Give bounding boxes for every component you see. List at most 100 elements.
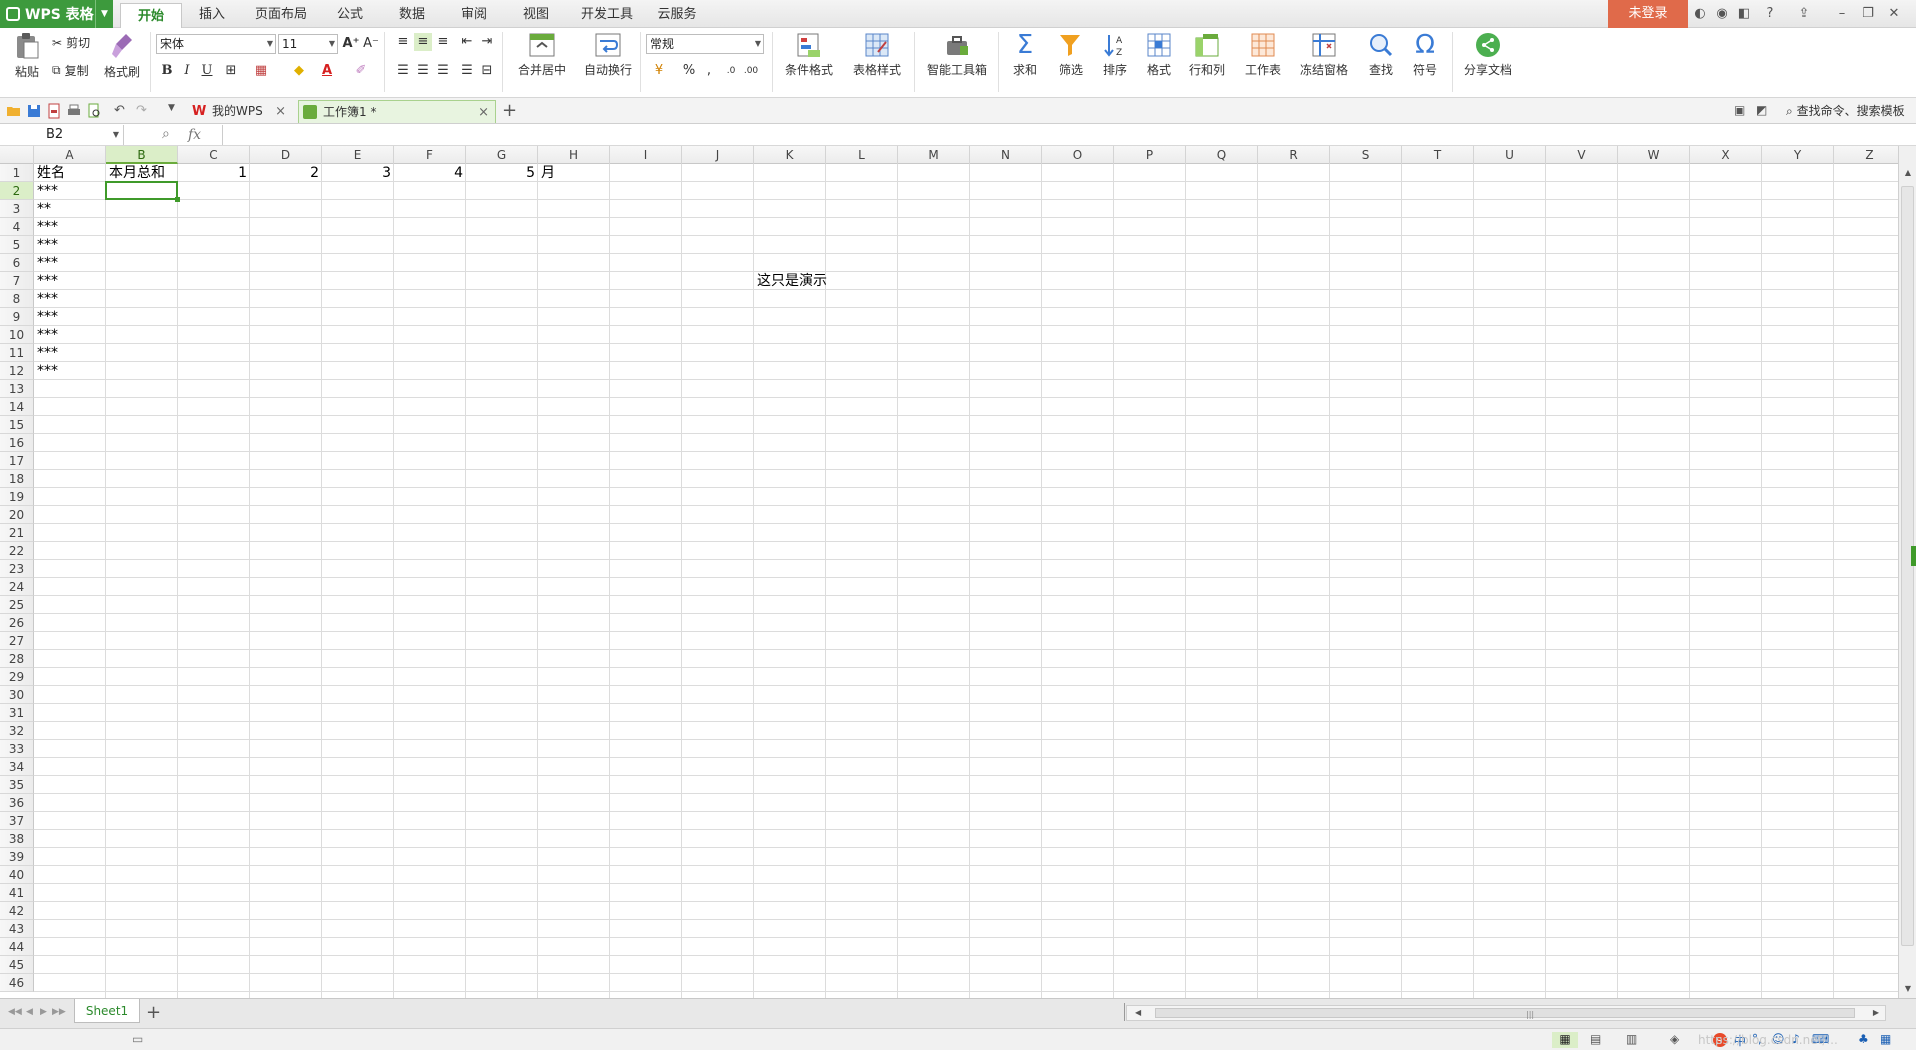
- scroll-thumb[interactable]: |||: [1155, 1008, 1855, 1019]
- login-button[interactable]: 未登录: [1608, 0, 1688, 28]
- row-header-31[interactable]: 31: [0, 704, 34, 722]
- horizontal-scrollbar[interactable]: ◀ ||| ▶: [1126, 1005, 1886, 1021]
- comma-button[interactable]: ,: [700, 62, 718, 80]
- indent-decrease-icon[interactable]: ⇤: [458, 33, 476, 51]
- column-header-b[interactable]: B: [106, 146, 178, 164]
- row-header-32[interactable]: 32: [0, 722, 34, 740]
- format-button[interactable]: 格式: [1138, 32, 1180, 78]
- comment-icon[interactable]: ▣: [1734, 103, 1750, 119]
- symbol-button[interactable]: Ω 符号: [1404, 32, 1446, 78]
- column-header-u[interactable]: U: [1474, 146, 1546, 164]
- column-header-e[interactable]: E: [322, 146, 394, 164]
- row-header-40[interactable]: 40: [0, 866, 34, 884]
- row-header-29[interactable]: 29: [0, 668, 34, 686]
- row-header-18[interactable]: 18: [0, 470, 34, 488]
- format-painter-button[interactable]: 格式刷: [100, 32, 144, 80]
- worksheet-button[interactable]: 工作表: [1236, 32, 1290, 78]
- row-header-9[interactable]: 9: [0, 308, 34, 326]
- column-header-f[interactable]: F: [394, 146, 466, 164]
- column-header-w[interactable]: W: [1618, 146, 1690, 164]
- align-left-icon[interactable]: ☰: [394, 62, 412, 80]
- row-header-43[interactable]: 43: [0, 920, 34, 938]
- row-header-38[interactable]: 38: [0, 830, 34, 848]
- column-header-a[interactable]: A: [34, 146, 106, 164]
- column-header-r[interactable]: R: [1258, 146, 1330, 164]
- column-header-z[interactable]: Z: [1834, 146, 1898, 164]
- row-header-25[interactable]: 25: [0, 596, 34, 614]
- cell-a3[interactable]: **: [34, 200, 54, 218]
- row-header-45[interactable]: 45: [0, 956, 34, 974]
- column-header-h[interactable]: H: [538, 146, 610, 164]
- column-header-o[interactable]: O: [1042, 146, 1114, 164]
- restore-icon[interactable]: ❐: [1860, 6, 1876, 22]
- row-header-8[interactable]: 8: [0, 290, 34, 308]
- tab-developer[interactable]: 开发工具: [574, 0, 640, 28]
- row-header-26[interactable]: 26: [0, 614, 34, 632]
- feedback-icon[interactable]: ◧: [1736, 6, 1752, 22]
- row-header-2[interactable]: 2: [0, 182, 34, 200]
- sort-button[interactable]: AZ 排序: [1094, 32, 1136, 78]
- pin-icon[interactable]: ◩: [1756, 103, 1772, 119]
- column-header-q[interactable]: Q: [1186, 146, 1258, 164]
- row-header-12[interactable]: 12: [0, 362, 34, 380]
- fx-label[interactable]: fx: [188, 124, 201, 146]
- percent-button[interactable]: %: [680, 62, 698, 80]
- align-top-icon[interactable]: ≡: [394, 33, 412, 51]
- scroll-up-icon[interactable]: ▲: [1899, 164, 1916, 182]
- save-icon[interactable]: [26, 103, 42, 119]
- macro-record-icon[interactable]: ▭: [132, 1032, 148, 1048]
- row-header-36[interactable]: 36: [0, 794, 34, 812]
- cut-button[interactable]: ✂ 剪切: [52, 34, 90, 51]
- row-header-19[interactable]: 19: [0, 488, 34, 506]
- row-header-6[interactable]: 6: [0, 254, 34, 272]
- cell-f1[interactable]: 4: [394, 164, 466, 182]
- column-header-x[interactable]: X: [1690, 146, 1762, 164]
- scroll-right-icon[interactable]: ▶: [1873, 1006, 1879, 1020]
- row-header-33[interactable]: 33: [0, 740, 34, 758]
- last-sheet-icon[interactable]: ▶▶: [52, 1007, 66, 1017]
- row-header-30[interactable]: 30: [0, 686, 34, 704]
- cell-d1[interactable]: 2: [250, 164, 322, 182]
- minimize-icon[interactable]: –: [1834, 6, 1850, 22]
- align-middle-icon[interactable]: ≡: [414, 33, 432, 51]
- row-header-24[interactable]: 24: [0, 578, 34, 596]
- tab-insert[interactable]: 插入: [186, 0, 238, 28]
- tab-data[interactable]: 数据: [388, 0, 436, 28]
- print-preview-icon[interactable]: [86, 103, 102, 119]
- decrease-decimal-icon[interactable]: .00: [742, 62, 760, 80]
- formula-input[interactable]: [222, 125, 1916, 145]
- column-header-g[interactable]: G: [466, 146, 538, 164]
- new-tab-icon[interactable]: +: [502, 100, 517, 121]
- row-header-46[interactable]: 46: [0, 974, 34, 992]
- cell-a11[interactable]: ***: [34, 344, 61, 362]
- row-header-35[interactable]: 35: [0, 776, 34, 794]
- row-header-10[interactable]: 10: [0, 326, 34, 344]
- row-header-42[interactable]: 42: [0, 902, 34, 920]
- column-header-y[interactable]: Y: [1762, 146, 1834, 164]
- app-menu-button[interactable]: WPS 表格 ▼: [0, 0, 113, 28]
- row-header-1[interactable]: 1: [0, 164, 34, 182]
- column-header-t[interactable]: T: [1402, 146, 1474, 164]
- scroll-left-icon[interactable]: ◀: [1135, 1006, 1141, 1020]
- row-header-15[interactable]: 15: [0, 416, 34, 434]
- italic-button[interactable]: I: [178, 62, 196, 80]
- wrap-text-button[interactable]: 自动换行: [580, 32, 636, 78]
- column-header-j[interactable]: J: [682, 146, 754, 164]
- toolbox-grid-icon[interactable]: ▦: [1880, 1032, 1896, 1048]
- column-header-k[interactable]: K: [754, 146, 826, 164]
- clear-format-icon[interactable]: ✐: [352, 62, 370, 80]
- doc-tab-my-wps[interactable]: W 我的WPS ×: [188, 100, 292, 123]
- cell-a8[interactable]: ***: [34, 290, 61, 308]
- cell-a4[interactable]: ***: [34, 218, 61, 236]
- column-header-s[interactable]: S: [1330, 146, 1402, 164]
- column-header-l[interactable]: L: [826, 146, 898, 164]
- tab-page-layout[interactable]: 页面布局: [246, 0, 316, 28]
- filter-button[interactable]: 筛选: [1050, 32, 1092, 78]
- row-header-5[interactable]: 5: [0, 236, 34, 254]
- column-header-n[interactable]: N: [970, 146, 1042, 164]
- column-header-d[interactable]: D: [250, 146, 322, 164]
- column-header-m[interactable]: M: [898, 146, 970, 164]
- increase-decimal-icon[interactable]: .0: [722, 62, 740, 80]
- row-header-44[interactable]: 44: [0, 938, 34, 956]
- vertical-scrollbar[interactable]: ▲ ▼: [1898, 146, 1916, 998]
